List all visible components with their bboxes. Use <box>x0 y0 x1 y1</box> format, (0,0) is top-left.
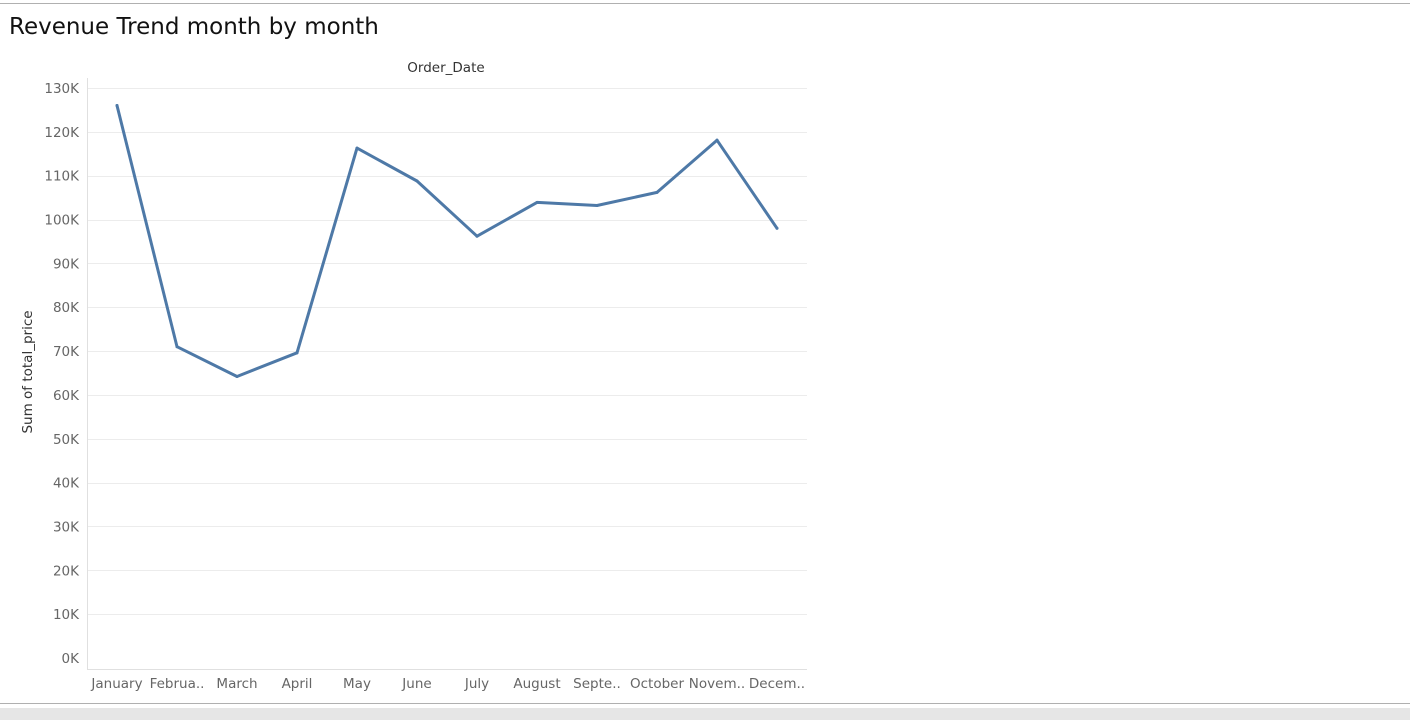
y-tick-label: 130K <box>44 81 80 97</box>
data-point <box>775 226 779 230</box>
dashboard-page: Revenue Trend month by month 0K 10K 20K 30K… <box>0 0 1410 720</box>
y-tick-label: 120K <box>44 125 80 141</box>
data-point <box>475 234 479 238</box>
data-point <box>535 200 539 204</box>
x-tick-label: Septe.. <box>573 676 621 692</box>
x-tick-label: Februa.. <box>150 676 205 692</box>
y-tick-label: 30K <box>53 519 80 535</box>
bottom-border <box>0 703 1410 704</box>
y-tick-label: 80K <box>53 300 80 316</box>
x-tick-label: March <box>216 676 257 692</box>
data-point <box>655 190 659 194</box>
y-tick-label: 60K <box>53 388 80 404</box>
line-chart: 0K 10K 20K 30K 40K 50K 60K 70K 80K 90K 100K 110K 120… <box>20 60 807 692</box>
series-line <box>115 104 779 378</box>
x-tick-label: June <box>401 676 431 692</box>
data-point <box>355 146 359 150</box>
data-point <box>595 204 599 208</box>
column-header: Order_Date <box>407 60 484 76</box>
x-tick-label: April <box>282 676 313 692</box>
y-tick-label: 110K <box>44 169 80 185</box>
x-tick-label: January <box>90 676 142 692</box>
data-point <box>175 345 179 349</box>
data-point <box>235 375 239 379</box>
x-tick-label: Novem.. <box>689 676 745 692</box>
data-point <box>295 351 299 355</box>
y-tick-label: 50K <box>53 432 80 448</box>
y-tick-label: 100K <box>44 213 80 229</box>
y-axis-label: Sum of total_price <box>20 310 36 433</box>
y-tick-label: 20K <box>53 563 80 579</box>
y-tick-label: 70K <box>53 344 80 360</box>
x-tick-label: Decem.. <box>749 676 805 692</box>
y-tick-label: 40K <box>53 476 80 492</box>
data-point <box>415 179 419 183</box>
y-tick-label: 10K <box>53 607 80 623</box>
bottom-scroll-bar[interactable] <box>0 708 1410 720</box>
y-tick-label: 0K <box>62 651 81 667</box>
data-point <box>715 138 719 142</box>
x-tick-label: October <box>630 676 684 692</box>
data-point <box>115 104 119 108</box>
y-tick-label: 90K <box>53 256 80 272</box>
x-tick-label: July <box>464 676 489 692</box>
x-tick-label: May <box>343 676 371 692</box>
x-tick-label: August <box>513 676 560 692</box>
